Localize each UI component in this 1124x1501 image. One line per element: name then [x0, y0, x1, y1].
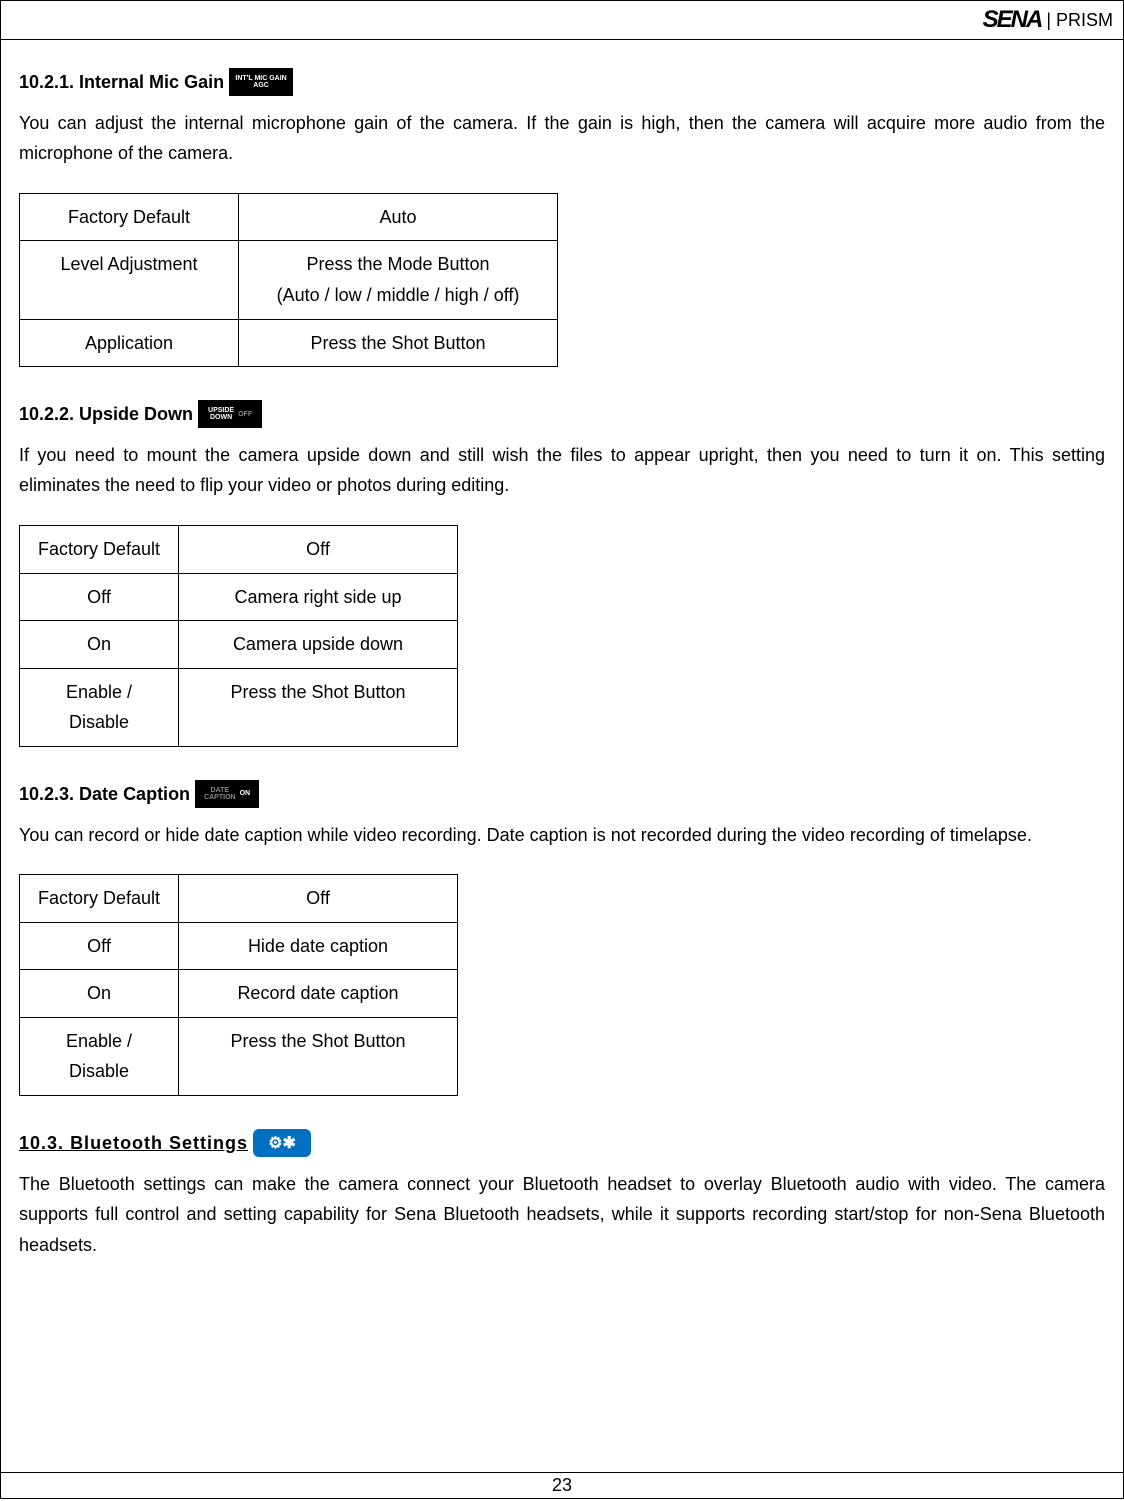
table-row: Factory Default Auto	[20, 193, 558, 241]
table-row: Off Hide date caption	[20, 922, 458, 970]
table-row: Off Camera right side up	[20, 573, 458, 621]
heading-date-caption: 10.2.3. Date Caption DATE CAPTION ON	[19, 779, 259, 810]
product-name: | PRISM	[1046, 10, 1113, 31]
cell: Off	[179, 525, 458, 573]
body-upside-down: If you need to mount the camera upside d…	[19, 440, 1105, 501]
cell: Off	[20, 922, 179, 970]
section-number: 10.3.	[19, 1133, 64, 1153]
table-date-caption: Factory Default Off Off Hide date captio…	[19, 874, 458, 1096]
date-caption-icon: DATE CAPTION ON	[195, 780, 259, 808]
footer: 23	[1, 1472, 1123, 1498]
heading-internal-mic-gain: 10.2.1. Internal Mic Gain INT'L MIC GAIN…	[19, 67, 293, 98]
table-internal-mic-gain: Factory Default Auto Level Adjustment Pr…	[19, 193, 558, 367]
cell: Enable / Disable	[20, 668, 179, 746]
body-bluetooth: The Bluetooth settings can make the came…	[19, 1169, 1105, 1261]
section-number: 10.2.3.	[19, 779, 74, 810]
cell: On	[20, 621, 179, 669]
header: SENA | PRISM	[1, 1, 1123, 40]
cell: Factory Default	[20, 875, 179, 923]
upside-down-icon: UPSIDE DOWN OFF	[198, 400, 262, 428]
cell: Camera right side up	[179, 573, 458, 621]
page: SENA | PRISM 10.2.1. Internal Mic Gain I…	[0, 0, 1124, 1499]
cell: On	[20, 970, 179, 1018]
table-row: Level Adjustment Press the Mode Button(A…	[20, 241, 558, 319]
table-row: On Record date caption	[20, 970, 458, 1018]
section-title: Date Caption	[79, 779, 190, 810]
cell: Off	[179, 875, 458, 923]
section-title: Bluetooth Settings	[70, 1133, 248, 1153]
heading-bluetooth-settings: 10.3. Bluetooth Settings ⚙✱	[19, 1128, 311, 1159]
cell: Press the Shot Button	[179, 668, 458, 746]
bluetooth-icon: ⚙✱	[253, 1129, 311, 1157]
cell: Press the Shot Button	[239, 319, 558, 367]
table-row: Enable / Disable Press the Shot Button	[20, 1017, 458, 1095]
section-number: 10.2.2.	[19, 399, 74, 430]
cell: Press the Mode Button(Auto / low / middl…	[239, 241, 558, 319]
section-title: Internal Mic Gain	[79, 67, 224, 98]
cell: Record date caption	[179, 970, 458, 1018]
table-row: On Camera upside down	[20, 621, 458, 669]
body-internal-mic-gain: You can adjust the internal microphone g…	[19, 108, 1105, 169]
logo: SENA	[983, 6, 1042, 34]
cell: Off	[20, 573, 179, 621]
content: 10.2.1. Internal Mic Gain INT'L MIC GAIN…	[1, 40, 1123, 1334]
cell: Press the Shot Button	[179, 1017, 458, 1095]
cell: Auto	[239, 193, 558, 241]
body-date-caption: You can record or hide date caption whil…	[19, 820, 1105, 851]
cell: Hide date caption	[179, 922, 458, 970]
section-number: 10.2.1.	[19, 67, 74, 98]
cell: Application	[20, 319, 239, 367]
cell: Level Adjustment	[20, 241, 239, 319]
heading-upside-down: 10.2.2. Upside Down UPSIDE DOWN OFF	[19, 399, 262, 430]
table-row: Application Press the Shot Button	[20, 319, 558, 367]
cell: Factory Default	[20, 193, 239, 241]
mic-gain-icon: INT'L MIC GAIN AGC	[229, 68, 293, 96]
cell: Factory Default	[20, 525, 179, 573]
cell: Enable / Disable	[20, 1017, 179, 1095]
page-number: 23	[552, 1475, 572, 1495]
table-row: Enable / Disable Press the Shot Button	[20, 668, 458, 746]
cell: Camera upside down	[179, 621, 458, 669]
table-upside-down: Factory Default Off Off Camera right sid…	[19, 525, 458, 747]
table-row: Factory Default Off	[20, 875, 458, 923]
table-row: Factory Default Off	[20, 525, 458, 573]
section-title: Upside Down	[79, 399, 193, 430]
